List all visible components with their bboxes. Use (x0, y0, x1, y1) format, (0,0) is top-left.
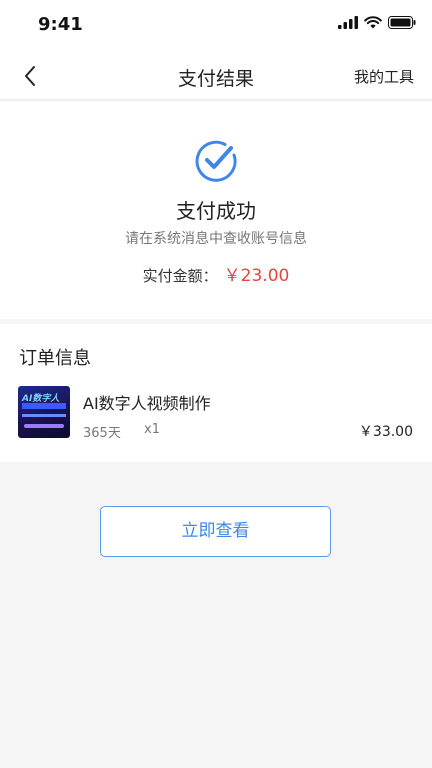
product-name: AI数字人视频制作 (83, 394, 211, 413)
product-price: ￥33.00 (358, 424, 413, 440)
paid-amount-value: ￥23.00 (223, 266, 290, 286)
status-time: 9:41 (38, 14, 83, 35)
order-info-card: 订单信息 AI数字人 AI数字人视频制作 365天 x1 ￥33.00 (0, 324, 432, 462)
paid-amount-label: 实付金额： (142, 267, 218, 285)
result-subtitle: 请在系统消息中查收账号信息 (125, 231, 307, 247)
battery-icon (388, 16, 416, 29)
view-now-button[interactable]: 立即查看 (100, 506, 331, 557)
paid-amount: 实付金额： ￥23.00 (0, 261, 432, 286)
success-check-icon (195, 140, 237, 182)
order-heading: 订单信息 (19, 348, 91, 369)
payment-result-card: 支付成功 请在系统消息中查收账号信息 实付金额： ￥23.00 (0, 101, 432, 319)
status-icons (338, 16, 416, 29)
status-bar: 9:41 (0, 0, 432, 52)
product-duration: 365天 (83, 426, 121, 441)
nav-bar: 支付结果 我的工具 (0, 52, 432, 100)
result-title: 支付成功 (176, 199, 256, 223)
signal-icon (338, 16, 358, 29)
my-tools-link[interactable]: 我的工具 (354, 66, 414, 87)
product-thumbnail: AI数字人 (18, 386, 70, 438)
wifi-icon (364, 16, 382, 29)
product-quantity: x1 (144, 422, 160, 437)
